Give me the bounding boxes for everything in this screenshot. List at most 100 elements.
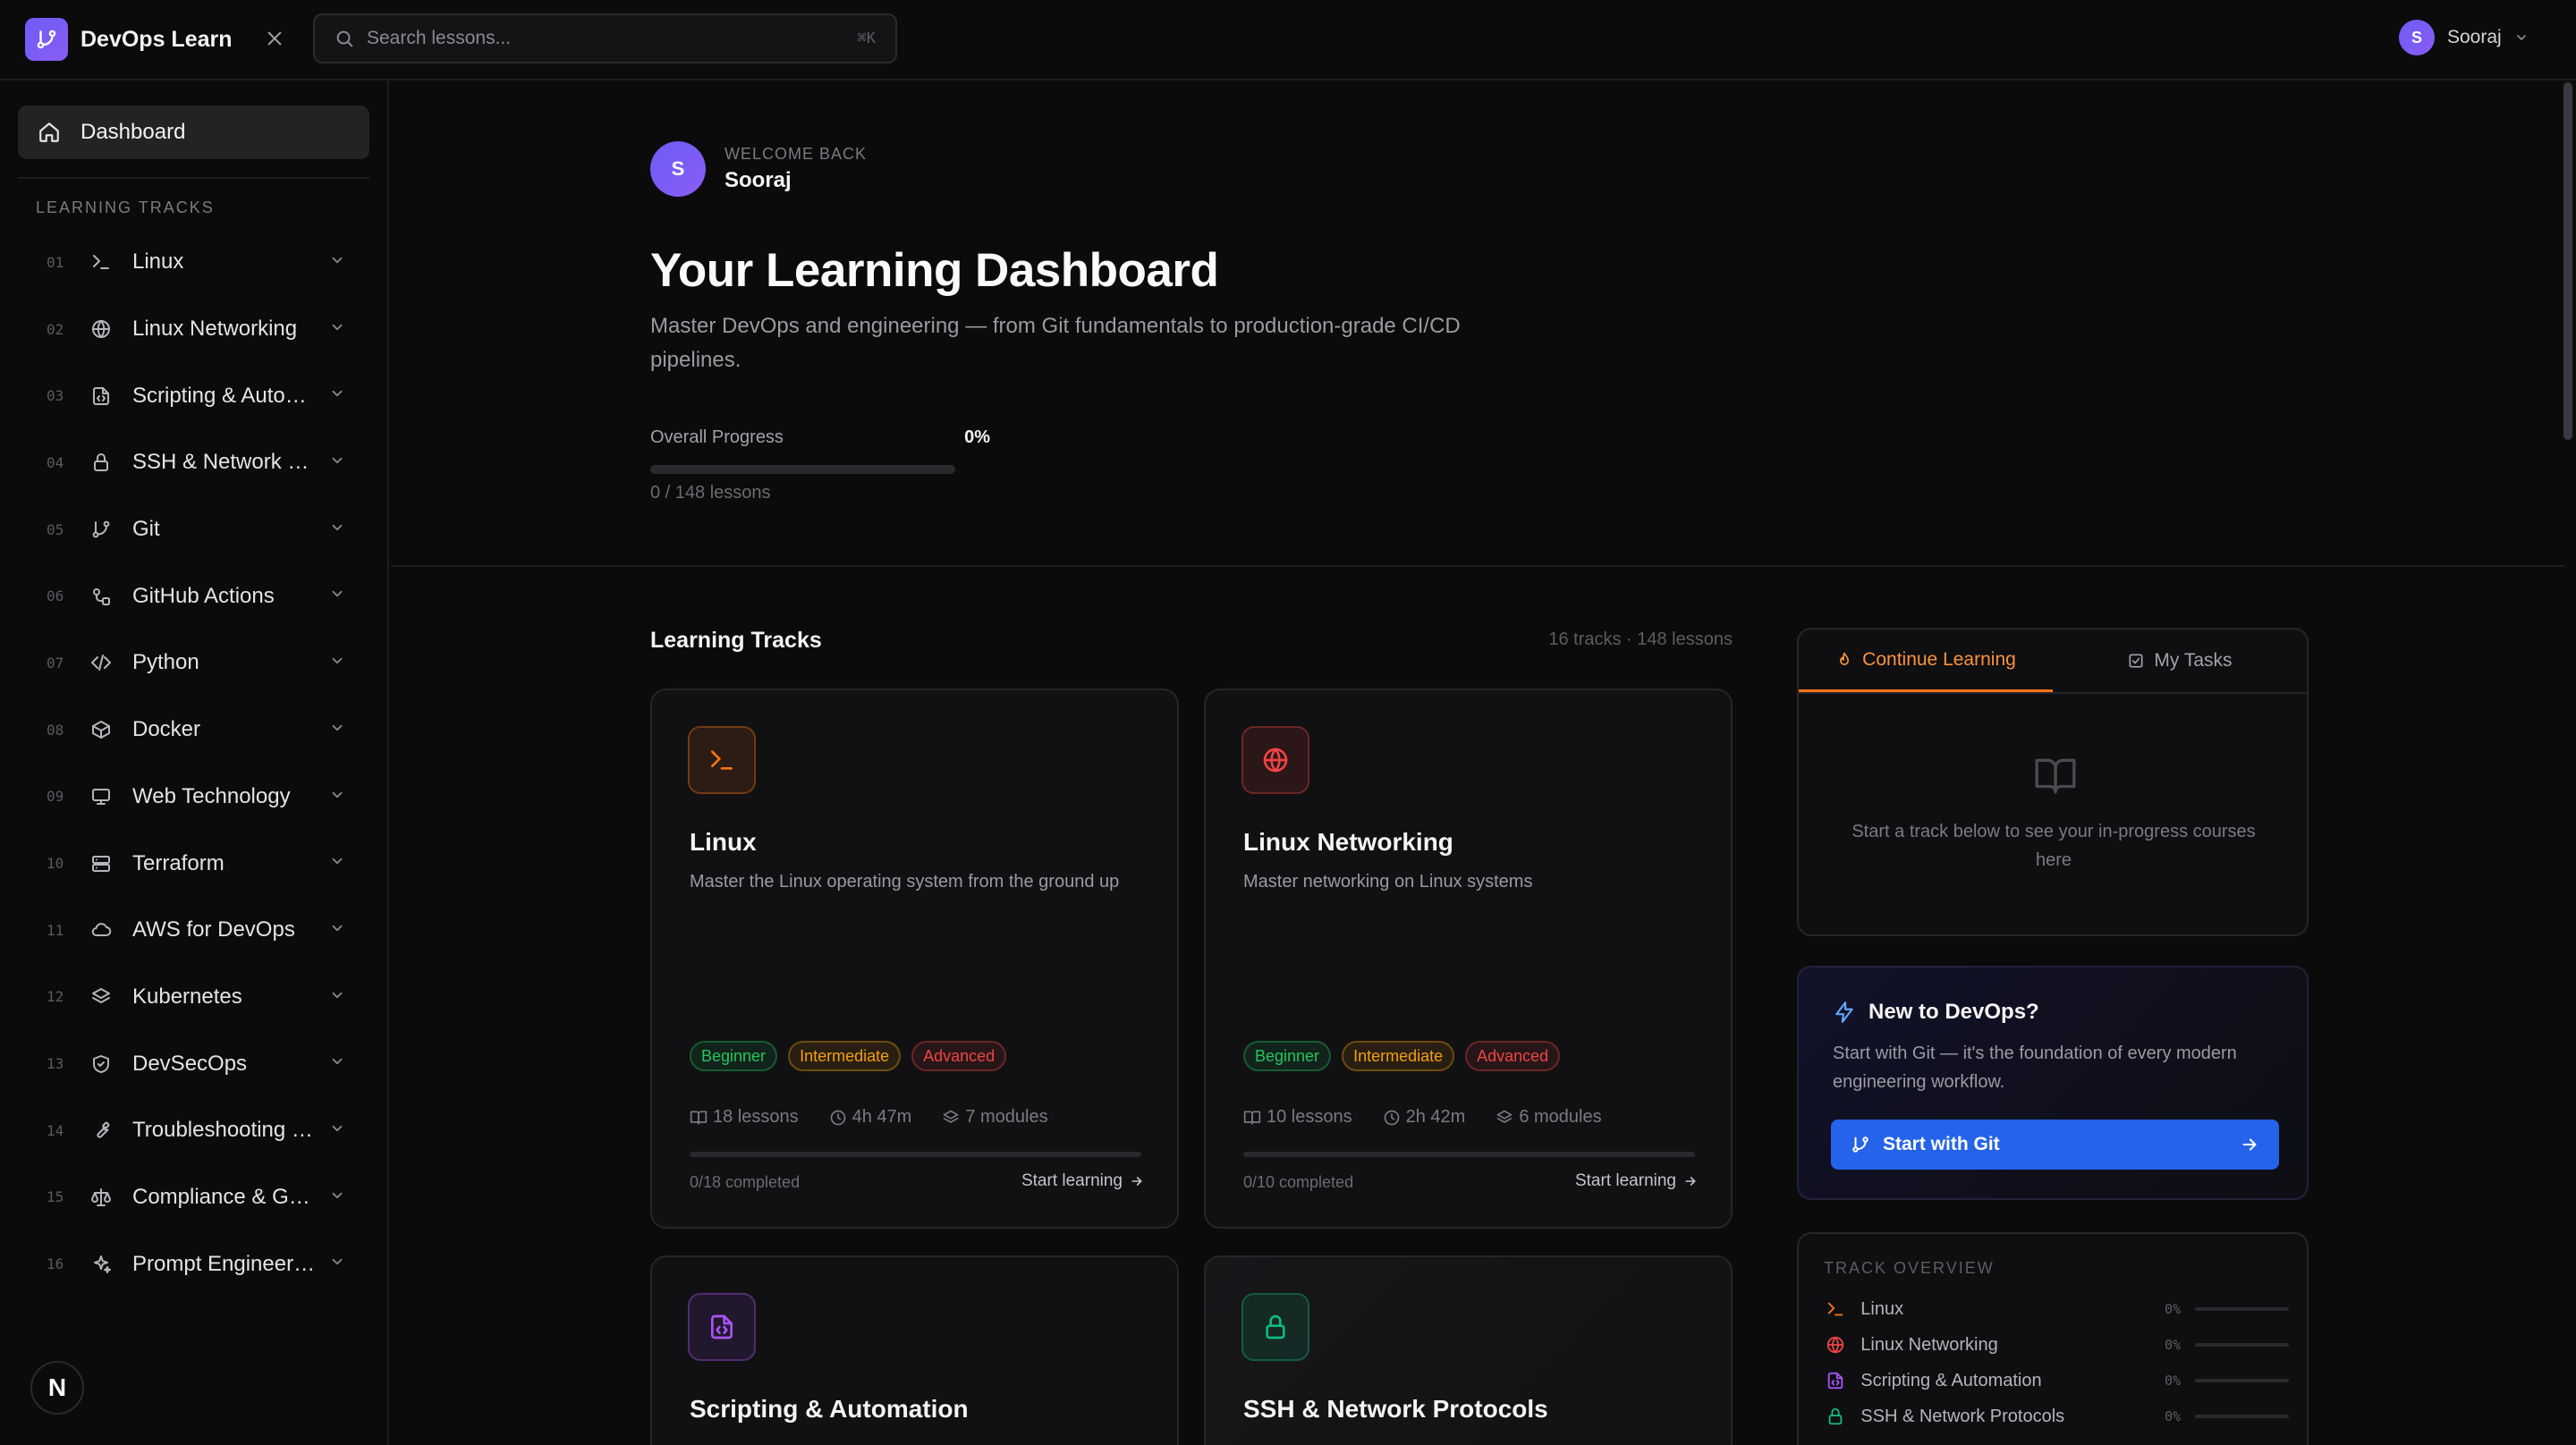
sidebar-item-label: SSH & Network Protocols <box>132 450 316 475</box>
app-name: DevOps Learn <box>80 26 233 52</box>
sidebar-item-github-actions[interactable]: 06 GitHub Actions <box>0 562 389 630</box>
brand[interactable]: DevOps Learn <box>25 18 233 61</box>
card-description: Master the Linux operating system from t… <box>690 872 1120 892</box>
page-subtitle: Master DevOps and engineering — from Git… <box>650 314 1461 372</box>
overview-row[interactable]: SSH & Network Protocols 0% <box>1824 1399 2289 1434</box>
sidebar-item-linux[interactable]: 01 Linux <box>0 229 389 296</box>
tab-continue-learning[interactable]: Continue Learning <box>1799 630 2053 692</box>
divider <box>18 177 369 179</box>
track-card-linux[interactable]: Linux Master the Linux operating system f… <box>650 689 1179 1229</box>
chevron-down-icon[interactable] <box>329 586 345 606</box>
chevron-down-icon[interactable] <box>329 987 345 1008</box>
sidebar-item-troubleshooting-debugging[interactable]: 14 Troubleshooting & Debugging <box>0 1097 389 1164</box>
overview-progress-bar <box>2195 1415 2289 1418</box>
sidebar-item-web-technology[interactable]: 09 Web Technology <box>0 764 389 831</box>
main-content: S WELCOME BACK Sooraj Your Learning Dash… <box>391 80 2576 1445</box>
lock-icon <box>94 453 108 472</box>
track-number: 13 <box>47 1055 64 1073</box>
search-icon <box>336 30 353 47</box>
track-number: 05 <box>47 520 64 538</box>
chevron-down-icon[interactable] <box>329 520 345 540</box>
sidebar-item-ssh-network-protocols[interactable]: 04 SSH & Network Protocols <box>0 429 389 496</box>
chevron-down-icon[interactable] <box>329 385 345 406</box>
sidebar-item-devsecops[interactable]: 13 DevSecOps <box>0 1030 389 1097</box>
git-branch-icon <box>1852 1137 1868 1153</box>
user-menu[interactable]: S Sooraj <box>2399 20 2529 55</box>
track-card-linux-networking[interactable]: Linux Networking Master networking on Lin… <box>1204 689 1733 1229</box>
terminal-icon <box>688 726 756 794</box>
level-badge: Advanced <box>1465 1041 1561 1071</box>
chevron-down-icon[interactable] <box>329 319 345 340</box>
book-icon <box>690 1111 708 1124</box>
track-card-scripting-automation[interactable]: Scripting & Automation <box>650 1255 1179 1445</box>
close-sidebar-button[interactable] <box>259 23 290 54</box>
sidebar-item-label: Scripting & Automation <box>132 383 316 408</box>
track-number: 08 <box>47 721 64 739</box>
sidebar-item-prompt-engineering[interactable]: 16 Prompt Engineering <box>0 1230 389 1297</box>
git-branch-icon <box>92 520 110 538</box>
lightning-icon <box>1835 1001 1853 1023</box>
track-card-ssh-network-protocols[interactable]: SSH & Network Protocols <box>1204 1255 1733 1445</box>
file-code-icon <box>89 384 113 408</box>
chevron-down-icon[interactable] <box>329 1254 345 1274</box>
sidebar-item-docker[interactable]: 08 Docker <box>0 697 389 764</box>
sparkles-icon <box>89 1253 113 1276</box>
globe-icon <box>1241 726 1309 794</box>
button-label: Start with Git <box>1883 1134 2000 1154</box>
sidebar-item-label: Terraform <box>132 850 225 875</box>
search-box[interactable]: ⌘K <box>313 13 897 63</box>
start-learning-link[interactable]: Start learning <box>983 1171 1144 1191</box>
lock-icon <box>1241 1293 1309 1361</box>
sidebar-item-aws-for-devops[interactable]: 11 AWS for DevOps <box>0 897 389 964</box>
overview-row[interactable]: Linux Networking 0% <box>1824 1327 2289 1363</box>
sidebar-item-label: Prompt Engineering <box>132 1251 316 1276</box>
sidebar-item-label: GitHub Actions <box>132 583 275 608</box>
start-with-git-button[interactable]: Start with Git <box>1831 1120 2279 1170</box>
sidebar-item-kubernetes[interactable]: 12 Kubernetes <box>0 964 389 1031</box>
sidebar-item-linux-networking[interactable]: 02 Linux Networking <box>0 296 389 363</box>
chevron-down-icon[interactable] <box>329 720 345 740</box>
cloud-icon <box>89 918 113 942</box>
file-code-icon <box>688 1293 756 1361</box>
panel-tabs: Continue Learning My Tasks <box>1799 630 2307 694</box>
terminal-icon <box>711 750 733 770</box>
sidebar-item-python[interactable]: 07 Python <box>0 630 389 697</box>
terminal-icon <box>89 250 113 274</box>
chevron-down-icon[interactable] <box>329 252 345 273</box>
search-input[interactable] <box>367 28 858 49</box>
overview-row[interactable]: Scripting & Automation 0% <box>1824 1363 2289 1399</box>
sparkles-icon <box>94 1255 111 1273</box>
chevron-down-icon[interactable] <box>329 653 345 673</box>
sidebar-item-label: Python <box>132 650 199 675</box>
sidebar-item-compliance-governance[interactable]: 15 Compliance & Governance <box>0 1164 389 1231</box>
chevron-down-icon[interactable] <box>329 1120 345 1141</box>
level-badge: Intermediate <box>1342 1041 1455 1071</box>
globe-icon <box>1263 748 1288 773</box>
chevron-down-icon[interactable] <box>329 787 345 807</box>
chevron-down-icon[interactable] <box>329 853 345 874</box>
sidebar-item-git[interactable]: 05 Git <box>0 496 389 563</box>
clock-icon <box>830 1110 845 1125</box>
server-icon <box>92 855 110 872</box>
sidebar-item-terraform[interactable]: 10 Terraform <box>0 830 389 897</box>
chevron-down-icon[interactable] <box>329 920 345 941</box>
globe-icon <box>1824 1335 1846 1355</box>
workflow-icon <box>89 585 113 608</box>
tracks-heading: Learning Tracks <box>650 628 822 653</box>
duration: 2h 42m <box>1405 1107 1466 1127</box>
tab-my-tasks[interactable]: My Tasks <box>2053 630 2307 692</box>
start-learning-link[interactable]: Start learning <box>1537 1171 1698 1191</box>
sidebar-item-dashboard[interactable]: Dashboard <box>18 106 369 159</box>
scrollbar[interactable] <box>2563 82 2572 440</box>
sidebar-item-label: Git <box>132 517 160 542</box>
chevron-down-icon[interactable] <box>329 452 345 473</box>
lessons-count: 18 lessons <box>713 1107 799 1127</box>
code-icon <box>91 655 111 672</box>
sidebar-item-scripting-automation[interactable]: 03 Scripting & Automation <box>0 362 389 429</box>
chevron-down-icon[interactable] <box>329 1053 345 1074</box>
promo-text: Start with Git — it's the foundation of … <box>1833 1044 2237 1092</box>
overview-row[interactable]: Linux 0% <box>1824 1291 2289 1327</box>
home-icon <box>39 123 59 142</box>
chevron-down-icon[interactable] <box>329 1187 345 1208</box>
next-badge-button[interactable]: N <box>30 1361 84 1415</box>
